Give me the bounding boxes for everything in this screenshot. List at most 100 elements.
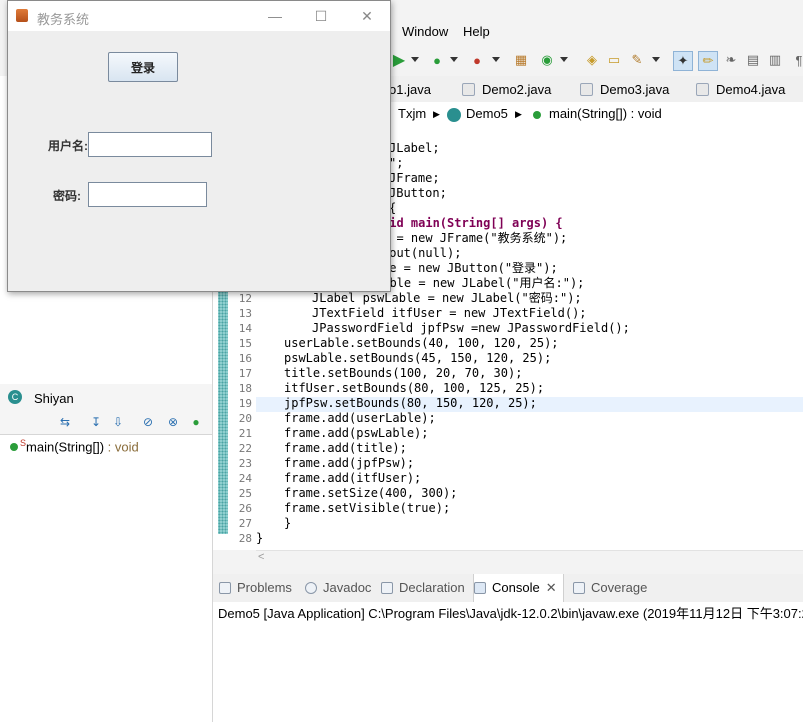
search-icon[interactable]: ✎ bbox=[628, 51, 646, 69]
console-icon bbox=[474, 582, 486, 594]
coverage-view-icon bbox=[573, 582, 585, 594]
hide-static-icon[interactable]: ⊘ bbox=[140, 414, 156, 430]
java-file-icon bbox=[580, 83, 593, 96]
swing-title-bar[interactable]: 教务系统 — ☐ ✕ bbox=[8, 1, 390, 31]
code-line: itfUser.setBounds(80, 100, 125, 25); bbox=[284, 381, 545, 395]
login-button[interactable]: 登录 bbox=[108, 52, 178, 82]
code-line: } bbox=[284, 516, 292, 530]
next-annotation-icon[interactable]: ▤ bbox=[744, 51, 762, 69]
code-line: frame.add(pswLable); bbox=[284, 426, 429, 440]
outline-method-name: main(String[]) bbox=[26, 439, 105, 455]
menu-window[interactable]: Window bbox=[402, 24, 448, 39]
line-number: 15 bbox=[238, 337, 252, 350]
tab-demo3[interactable]: Demo3.java bbox=[578, 76, 669, 102]
line-number: 24 bbox=[238, 472, 252, 485]
password-label: 密码: bbox=[53, 189, 81, 203]
maximize-icon[interactable]: ☐ bbox=[298, 1, 344, 31]
outline-method-item[interactable]: Smain(String[]) : void bbox=[10, 438, 139, 454]
toggle-mark-occurrences-icon[interactable]: ✦ bbox=[673, 51, 693, 71]
scroll-left-icon[interactable]: < bbox=[258, 551, 264, 563]
tab-javadoc[interactable]: Javadoc bbox=[305, 580, 371, 595]
debug-icon[interactable]: ● bbox=[428, 51, 446, 69]
toggle-block-selection-icon[interactable]: ✏ bbox=[698, 51, 718, 71]
code-line: JPasswordField jpfPsw =new JPasswordFiel… bbox=[312, 321, 630, 335]
line-number: 17 bbox=[238, 367, 252, 380]
search-dropdown-icon[interactable] bbox=[652, 57, 660, 62]
collapse-icon[interactable]: ⇩ bbox=[110, 414, 126, 430]
tab-label: o1.java bbox=[389, 82, 431, 97]
tab-demo2[interactable]: Demo2.java bbox=[460, 76, 551, 102]
code-line: jpfPsw.setBounds(80, 150, 120, 25); bbox=[284, 396, 537, 410]
tab-label: Problems bbox=[237, 580, 292, 595]
menu-help[interactable]: Help bbox=[463, 24, 490, 39]
line-number: 14 bbox=[238, 322, 252, 335]
line-number: 26 bbox=[238, 502, 252, 515]
breadcrumb-package[interactable]: Txjm bbox=[398, 106, 426, 121]
minimize-icon[interactable]: — bbox=[252, 1, 298, 31]
line-number: 20 bbox=[238, 412, 252, 425]
code-line: title.setBounds(100, 20, 70, 30); bbox=[284, 366, 523, 380]
pilcrow-icon[interactable]: ¶ bbox=[790, 51, 803, 69]
tab-label: Coverage bbox=[591, 580, 648, 595]
open-folder-icon[interactable]: ▭ bbox=[605, 51, 623, 69]
breadcrumb-method[interactable]: main(String[]) : void bbox=[549, 106, 662, 121]
code-line: userLable.setBounds(40, 100, 120, 25); bbox=[284, 336, 559, 350]
method-icon bbox=[10, 443, 18, 452]
hide-local-types-icon[interactable]: ● bbox=[188, 414, 204, 430]
class-icon bbox=[447, 108, 461, 122]
console-output[interactable]: Demo5 [Java Application] C:\Program File… bbox=[213, 602, 803, 722]
javadoc-icon bbox=[305, 582, 317, 594]
horizontal-scrollbar[interactable]: < bbox=[256, 550, 803, 567]
swing-window: 教务系统 — ☐ ✕ 登录 用户名: 密码: bbox=[7, 0, 391, 292]
line-number: 16 bbox=[238, 352, 252, 365]
new-package-icon[interactable]: ▦ bbox=[512, 51, 530, 69]
run-icon[interactable]: ▶ bbox=[390, 51, 408, 69]
coverage-icon[interactable]: ● bbox=[468, 51, 486, 69]
hide-fields-icon[interactable]: ⇆ bbox=[57, 414, 73, 430]
code-line: JLabel pswLable = new JLabel("密码:"); bbox=[312, 291, 582, 305]
problems-icon bbox=[219, 582, 231, 594]
console-launch-text: Demo5 [Java Application] C:\Program File… bbox=[218, 606, 803, 621]
tab-label: Console bbox=[492, 580, 540, 595]
prev-annotation-icon[interactable]: ▥ bbox=[766, 51, 784, 69]
code-line: pswLable.setBounds(45, 150, 120, 25); bbox=[284, 351, 552, 365]
outline-header: C Shiyan ⇆ ↧ ⇩ ⊘ ⊗ ● bbox=[0, 384, 212, 435]
username-label: 用户名: bbox=[48, 139, 88, 153]
run-dropdown-icon[interactable] bbox=[411, 57, 419, 62]
line-number: 22 bbox=[238, 442, 252, 455]
coverage-dropdown-icon[interactable] bbox=[492, 57, 500, 62]
line-number: 19 bbox=[238, 397, 252, 410]
tab-label: Javadoc bbox=[323, 580, 372, 595]
show-whitespace-icon[interactable]: ❧ bbox=[722, 51, 740, 69]
open-type-icon[interactable]: ◈ bbox=[583, 51, 601, 69]
line-number: 13 bbox=[238, 307, 252, 320]
breadcrumb-class[interactable]: Demo5 bbox=[466, 106, 508, 121]
tab-problems[interactable]: Problems bbox=[219, 580, 292, 595]
class-icon: C bbox=[8, 390, 22, 404]
close-icon[interactable]: ✕ bbox=[546, 580, 557, 595]
new-class-dropdown-icon[interactable] bbox=[560, 57, 568, 62]
code-line: frame.setSize(400, 300); bbox=[284, 486, 458, 500]
new-class-icon[interactable]: ◉ bbox=[538, 51, 556, 69]
tab-coverage[interactable]: Coverage bbox=[573, 580, 647, 595]
password-field[interactable] bbox=[88, 182, 207, 207]
tab-console[interactable]: Console ✕ bbox=[473, 574, 564, 602]
sort-icon[interactable]: ↧ bbox=[88, 414, 104, 430]
close-icon[interactable]: ✕ bbox=[344, 1, 390, 31]
line-number: 27 bbox=[238, 517, 252, 530]
line-number: 18 bbox=[238, 382, 252, 395]
tab-declaration[interactable]: Declaration bbox=[381, 580, 465, 595]
tab-label: Demo3.java bbox=[600, 82, 670, 97]
username-field[interactable] bbox=[88, 132, 212, 157]
line-number: 28 bbox=[238, 532, 252, 545]
tab-demo4[interactable]: Demo4.java bbox=[694, 76, 785, 102]
code-line: frame.add(itfUser); bbox=[284, 471, 422, 485]
code-line: } bbox=[256, 531, 264, 545]
line-number: 12 bbox=[238, 292, 252, 305]
line-number: 21 bbox=[238, 427, 252, 440]
hide-nonpublic-icon[interactable]: ⊗ bbox=[165, 414, 181, 430]
outline-class-name[interactable]: Shiyan bbox=[34, 391, 74, 406]
code-line: frame.add(jpfPsw); bbox=[284, 456, 415, 470]
code-line: JTextField itfUser = new JTextField(); bbox=[312, 306, 587, 320]
debug-dropdown-icon[interactable] bbox=[450, 57, 458, 62]
